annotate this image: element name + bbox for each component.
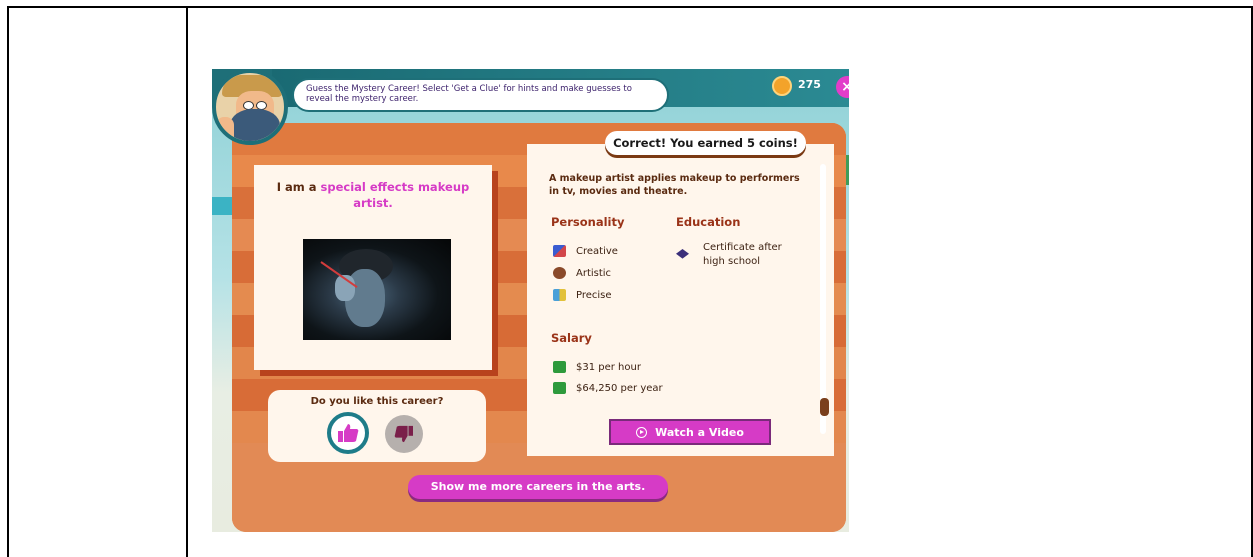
thumbs-up-icon xyxy=(331,416,365,450)
instruction-bubble: Guess the Mystery Career! Select 'Get a … xyxy=(292,78,669,112)
scrollbar-thumb[interactable] xyxy=(820,398,829,416)
career-headline: I am a special effects makeup artist. xyxy=(276,180,470,210)
graduation-cap-icon xyxy=(676,249,689,259)
career-name: special effects makeup artist. xyxy=(320,180,470,210)
salary-item: $64,250 per year xyxy=(553,382,663,396)
thumbs-down-button[interactable] xyxy=(385,415,423,453)
career-details-panel: A makeup artist applies makeup to perfor… xyxy=(527,144,834,456)
left-panel-frame xyxy=(7,6,188,557)
like-question: Do you like this career? xyxy=(310,396,444,407)
scrollbar-track[interactable] xyxy=(820,164,826,434)
education-heading: Education xyxy=(676,215,741,229)
personality-item: Precise xyxy=(553,289,612,303)
puzzle-icon xyxy=(553,245,566,257)
ruler-icon xyxy=(553,289,566,301)
money-icon xyxy=(553,361,566,373)
palette-icon xyxy=(553,267,566,279)
thumbs-down-icon xyxy=(385,415,423,453)
watch-video-button[interactable]: Watch a Video xyxy=(609,419,771,445)
career-description: A makeup artist applies makeup to perfor… xyxy=(549,173,800,197)
more-careers-button[interactable]: Show me more careers in the arts. xyxy=(408,475,668,499)
personality-item: Creative xyxy=(553,245,618,259)
salary-item: $31 per hour xyxy=(553,361,641,375)
play-icon xyxy=(636,426,648,438)
guide-character-avatar xyxy=(212,69,288,145)
education-item: Certificate after high school xyxy=(676,241,796,271)
money-icon xyxy=(553,382,566,394)
correct-banner: Correct! You earned 5 coins! xyxy=(605,131,806,155)
coin-count: 275 xyxy=(798,78,821,91)
salary-heading: Salary xyxy=(551,331,592,345)
instruction-text: Guess the Mystery Career! Select 'Get a … xyxy=(306,84,632,104)
coin-icon xyxy=(772,76,792,96)
career-card: I am a special effects makeup artist. xyxy=(254,165,492,370)
personality-item: Artistic xyxy=(553,267,611,281)
like-career-panel: Do you like this career? xyxy=(268,390,486,462)
game-screen: Guess the Mystery Career! Select 'Get a … xyxy=(212,69,849,532)
thumbs-up-button[interactable] xyxy=(327,412,369,454)
personality-heading: Personality xyxy=(551,215,625,229)
career-photo xyxy=(303,239,451,340)
